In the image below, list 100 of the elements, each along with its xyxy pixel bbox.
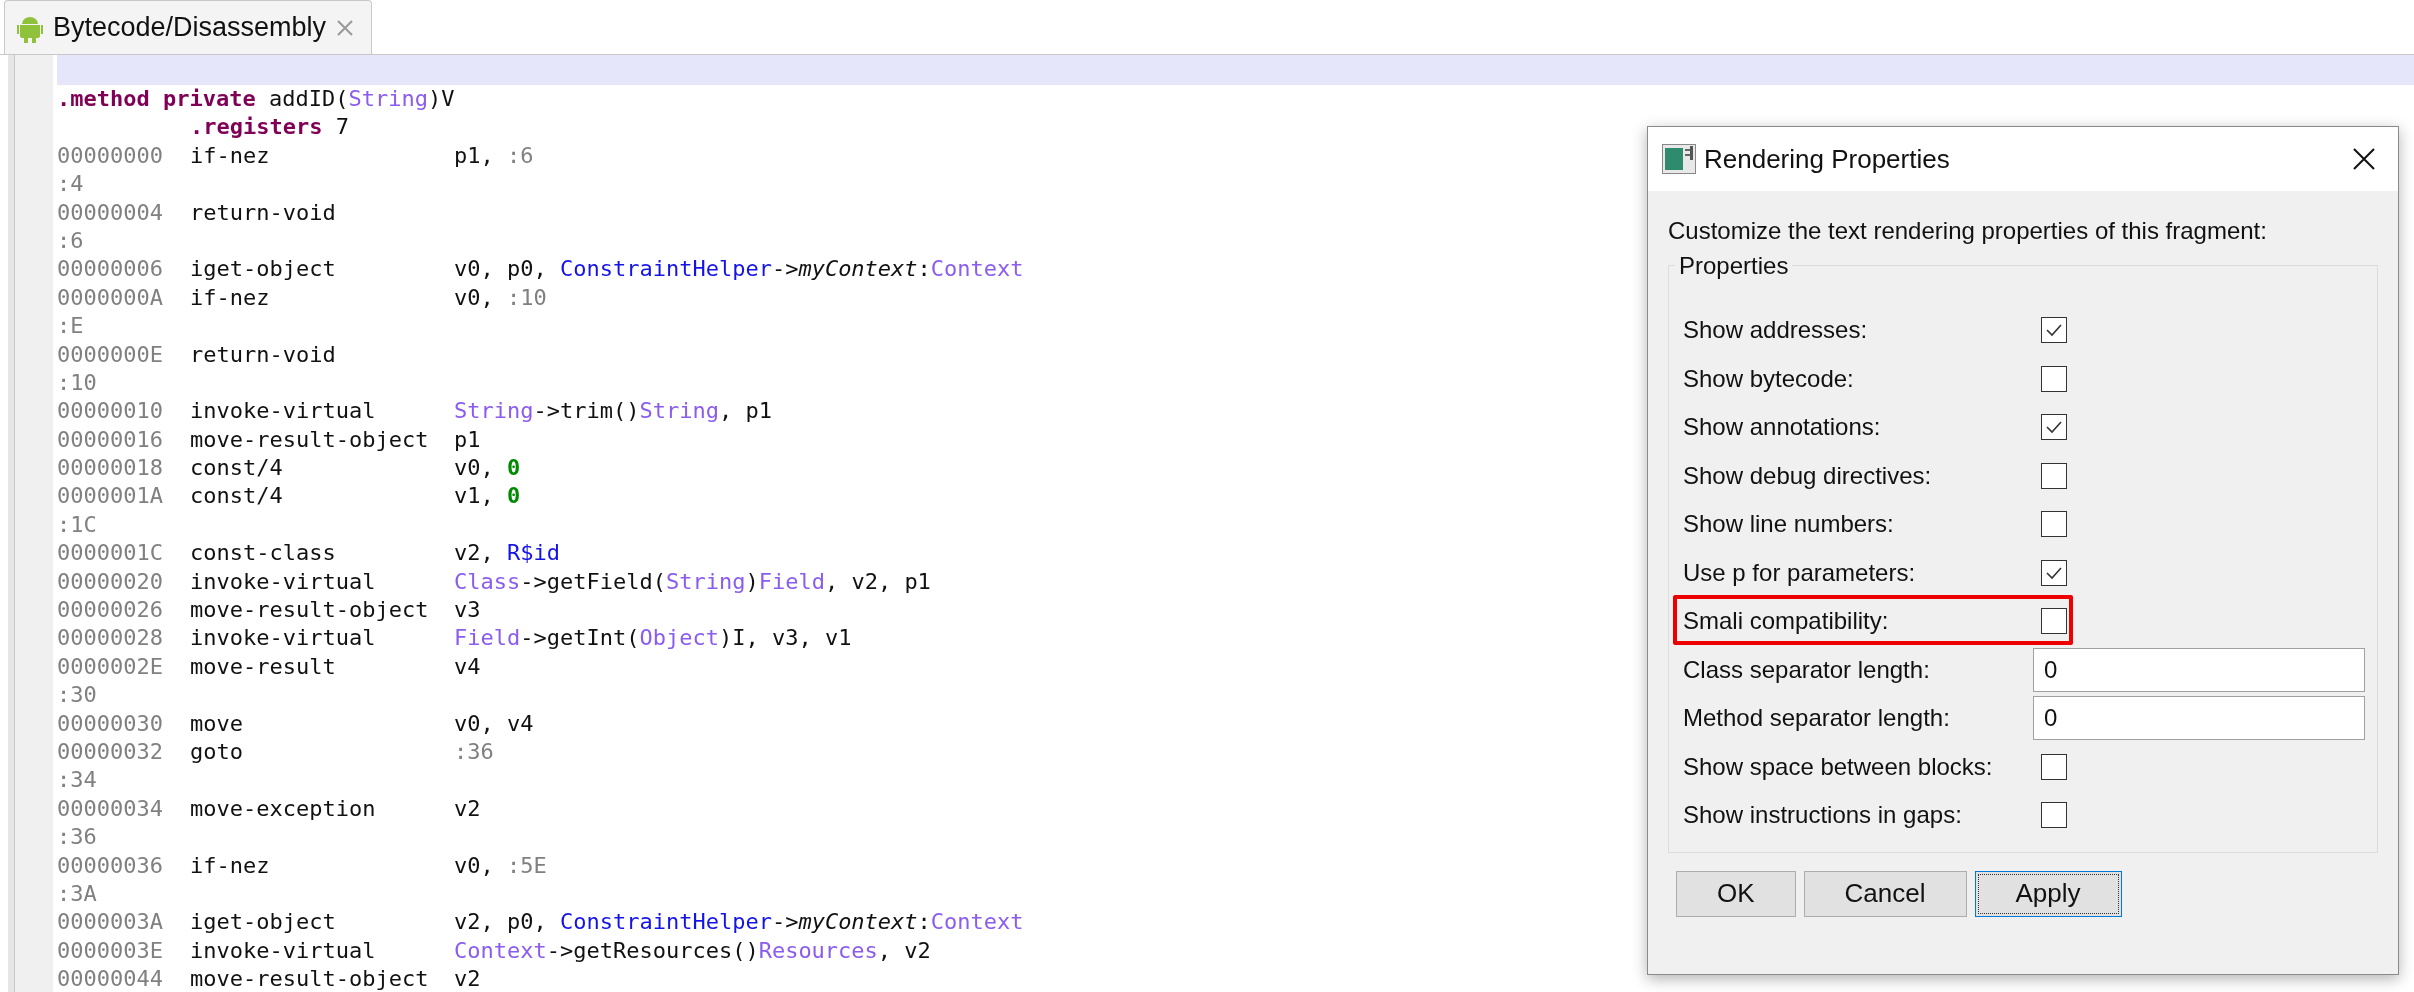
property-label: Show debug directives:: [1683, 461, 1933, 490]
instruction-operands: v0, v4: [454, 709, 534, 738]
instruction-opcode: iget-object: [190, 255, 337, 284]
code-label: :36: [57, 823, 97, 852]
instruction-address: 00000020: [57, 567, 164, 596]
instruction-operands: v3: [454, 596, 481, 625]
instruction-operands: p1: [454, 425, 481, 454]
instruction-address: 00000044: [57, 965, 164, 992]
instruction-opcode: move: [190, 709, 244, 738]
instruction-operands: p1, :6: [454, 141, 534, 170]
instruction-operands: v0, :10: [454, 283, 547, 312]
instruction-address: 00000026: [57, 596, 164, 625]
instruction-opcode: invoke-virtual: [190, 397, 377, 426]
code-label: :E: [57, 312, 84, 341]
tab-title: Bytecode/Disassembly: [53, 12, 327, 43]
property-label: Show line numbers:: [1683, 510, 1895, 539]
code-label: :34: [57, 766, 97, 795]
instruction-operands: v2, R$id: [454, 539, 560, 568]
instruction-operands: v0, p0, ConstraintHelper->myContext:Context: [454, 255, 1024, 284]
instruction-opcode: invoke-virtual: [190, 624, 377, 653]
instruction-operands: v2: [454, 965, 481, 992]
checkbox[interactable]: [2041, 559, 2067, 586]
code-label: :3A: [57, 879, 97, 908]
checkbox[interactable]: [2041, 802, 2067, 829]
checkbox[interactable]: [2041, 317, 2067, 344]
instruction-opcode: const-class: [190, 539, 337, 568]
property-label: Class separator length:: [1683, 655, 1931, 684]
property-label: Show space between blocks:: [1683, 752, 1994, 781]
instruction-operands: v2, p0, ConstraintHelper->myContext:Context: [454, 908, 1024, 937]
instruction-opcode: const/4: [190, 454, 284, 483]
checkbox[interactable]: [2041, 608, 2067, 635]
checkbox[interactable]: [2041, 462, 2067, 489]
instruction-opcode: move-result-object: [190, 596, 430, 625]
code-label: :1C: [57, 510, 97, 539]
property-label: Smali compatibility:: [1683, 607, 1890, 636]
instruction-address: 00000018: [57, 454, 164, 483]
dialog-button[interactable]: Apply: [1974, 870, 2122, 917]
instruction-opcode: iget-object: [190, 908, 337, 937]
instruction-address: 00000036: [57, 851, 164, 880]
dialog-button[interactable]: OK: [1676, 870, 1796, 917]
instruction-opcode: invoke-virtual: [190, 936, 377, 965]
window-icon: [1662, 144, 1696, 174]
instruction-address: 00000016: [57, 425, 164, 454]
instruction-address: 00000028: [57, 624, 164, 653]
instruction-address: 0000003E: [57, 936, 164, 965]
instruction-opcode: if-nez: [190, 283, 271, 312]
checkbox[interactable]: [2041, 753, 2067, 780]
code-label: :30: [57, 681, 97, 710]
checkbox[interactable]: [2041, 414, 2067, 441]
property-label: Show annotations:: [1683, 413, 1882, 442]
code-label: :4: [57, 170, 84, 199]
instruction-address: 0000002E: [57, 652, 164, 681]
instruction-operands: v2: [454, 794, 481, 823]
property-label: Use p for parameters:: [1683, 558, 1917, 587]
instruction-opcode: if-nez: [190, 141, 271, 170]
instruction-operands: String->trim()String, p1: [454, 397, 772, 426]
instruction-opcode: move-result: [190, 652, 337, 681]
instruction-address: 00000030: [57, 709, 164, 738]
dialog-description: Customize the text rendering properties of this fragment:: [1668, 217, 2268, 245]
code-label: :6: [57, 226, 84, 255]
instruction-opcode: move-result-object: [190, 425, 430, 454]
method-declaration: .method private addID(String)V: [57, 85, 455, 113]
instruction-address: 00000032: [57, 738, 164, 766]
instruction-address: 0000000E: [57, 340, 164, 369]
instruction-opcode: if-nez: [190, 851, 271, 880]
instruction-opcode: return-void: [190, 340, 337, 369]
instruction-address: 0000003A: [57, 908, 164, 937]
dialog-title: Rendering Properties: [1704, 143, 1951, 175]
editor-tab[interactable]: Bytecode/Disassembly: [4, 0, 372, 54]
instruction-address: 00000000: [57, 141, 164, 170]
instruction-operands: v0, 0: [454, 454, 521, 483]
instruction-address: 00000010: [57, 397, 164, 426]
instruction-address: 0000001A: [57, 482, 164, 511]
instruction-operands: Context->getResources()Resources, v2: [454, 936, 931, 965]
close-icon[interactable]: [336, 18, 355, 37]
instruction-operands: Field->getInt(Object)I, v3, v1: [454, 624, 852, 653]
number-field[interactable]: 0: [2033, 647, 2365, 692]
instruction-opcode: invoke-virtual: [190, 567, 377, 596]
property-label: Show bytecode:: [1683, 364, 1855, 393]
instruction-operands: v0, :5E: [454, 851, 547, 880]
directive-line: .registers 7: [189, 113, 349, 142]
property-label: Show addresses:: [1683, 316, 1869, 345]
checkbox[interactable]: [2041, 511, 2067, 538]
instruction-opcode: move-result-object: [190, 965, 430, 992]
instruction-address: 00000006: [57, 255, 164, 284]
instruction-operands: :36: [454, 738, 494, 766]
instruction-opcode: const/4: [190, 482, 284, 511]
close-icon: [2352, 147, 2376, 171]
instruction-opcode: goto: [190, 738, 244, 766]
instruction-operands: v1, 0: [454, 482, 521, 511]
property-label: Method separator length:: [1683, 704, 1951, 733]
instruction-address: 00000004: [57, 198, 164, 227]
dialog-button[interactable]: Cancel: [1803, 870, 1967, 917]
checkbox[interactable]: [2041, 365, 2067, 392]
instruction-operands: Class->getField(String)Field, v2, p1: [454, 567, 931, 596]
number-field[interactable]: 0: [2033, 696, 2365, 741]
instruction-address: 0000001C: [57, 539, 164, 568]
code-label: :10: [57, 368, 97, 397]
instruction-address: 00000034: [57, 794, 164, 823]
instruction-opcode: return-void: [190, 198, 337, 227]
